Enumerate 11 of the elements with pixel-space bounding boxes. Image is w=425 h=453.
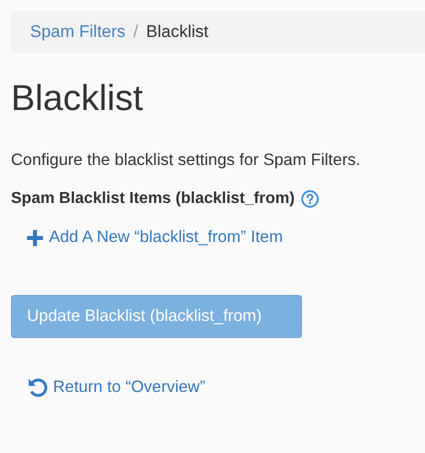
field-label: Spam Blacklist Items (blacklist_from) — [11, 190, 295, 208]
breadcrumb-separator: / — [133, 22, 138, 42]
add-item-link[interactable]: Add A New “blacklist_from” Item — [27, 228, 283, 247]
undo-icon — [27, 376, 49, 398]
breadcrumb-link[interactable]: Spam Filters — [30, 22, 126, 42]
breadcrumb-current: Blacklist — [146, 22, 209, 42]
help-icon[interactable] — [300, 190, 319, 208]
return-link[interactable]: Return to “Overview” — [27, 376, 206, 398]
plus-icon — [27, 230, 43, 246]
description-text: Configure the blacklist settings for Spam Filters. — [11, 151, 360, 170]
page-title: Blacklist — [11, 77, 144, 119]
